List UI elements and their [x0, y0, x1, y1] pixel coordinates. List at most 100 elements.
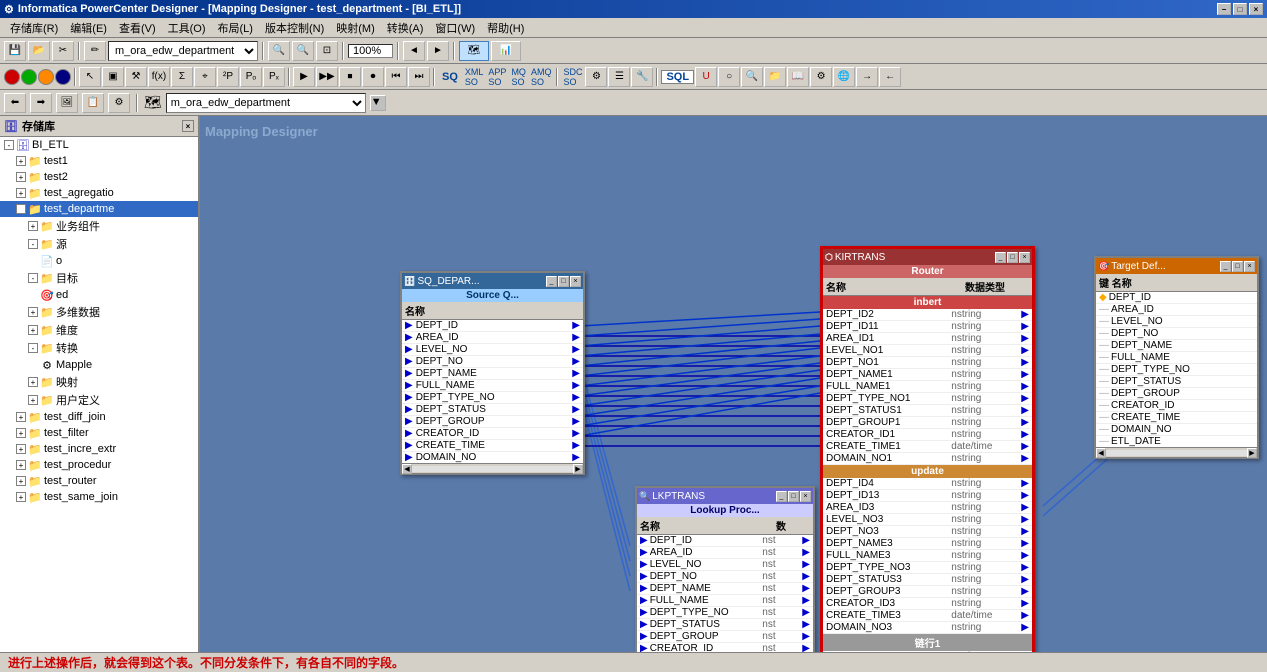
toolbar-r2-7[interactable]: ²P: [217, 67, 239, 87]
toolbar-r2-x1[interactable]: ⚙: [585, 67, 607, 87]
tree-item-target[interactable]: - 📁 目标: [0, 269, 198, 287]
update-group-header[interactable]: update: [823, 465, 1032, 478]
tree-item-test2[interactable]: + 📁 test2: [0, 169, 198, 185]
lookup-max-btn[interactable]: □: [788, 491, 799, 502]
scroll-left-btn[interactable]: ◀: [402, 464, 412, 474]
tree-item-userdef[interactable]: + 📁 用户定义: [0, 391, 198, 409]
canvas-btn-2[interactable]: ➡: [30, 93, 52, 113]
canvas-btn-1[interactable]: ⬅: [4, 93, 26, 113]
menu-tools[interactable]: 工具(O): [162, 18, 212, 38]
expand-dim[interactable]: +: [28, 325, 38, 335]
toolbar-r2-4[interactable]: f(x): [148, 67, 170, 87]
menu-layout[interactable]: 布局(L): [212, 18, 259, 38]
toolbar-r2-x3[interactable]: 🔧: [631, 67, 653, 87]
source-window[interactable]: 🗄 SQ_DEPAR... _ □ × Source Q... 名称 ▶DEPT…: [400, 271, 585, 475]
expand-router[interactable]: +: [16, 476, 26, 486]
menu-window[interactable]: 窗口(W): [429, 18, 481, 38]
cursor-btn[interactable]: ↖: [79, 67, 101, 87]
expand-testdept[interactable]: -: [16, 204, 26, 214]
minimize-button[interactable]: −: [1217, 3, 1231, 15]
tree-item-dim[interactable]: + 📁 维度: [0, 321, 198, 339]
menu-edit[interactable]: 编辑(E): [64, 18, 113, 38]
tree-item-source[interactable]: - 📁 源: [0, 235, 198, 253]
mapping-dropdown[interactable]: m_ora_edw_department: [108, 41, 258, 61]
toolbar-r2-9[interactable]: Pₓ: [263, 67, 285, 87]
expand-testagg[interactable]: +: [16, 188, 26, 198]
toolbar-r2-12[interactable]: ⏹: [339, 67, 361, 87]
toolbar-btn-b[interactable]: ►: [427, 41, 449, 61]
toolbar-r2-circle[interactable]: ○: [718, 67, 740, 87]
toolbar-r2-14[interactable]: ⏮: [385, 67, 407, 87]
app-btn[interactable]: APPSO: [486, 67, 508, 87]
save-button[interactable]: 💾: [4, 41, 26, 61]
router-close-btn[interactable]: ×: [1019, 252, 1030, 263]
tree-item-samejoin[interactable]: + 📁 test_same_join: [0, 489, 198, 505]
tree-item-mapping[interactable]: + 📁 映射: [0, 373, 198, 391]
mapping-name-dropdown[interactable]: m_ora_edw_department: [166, 93, 366, 113]
router-min-btn[interactable]: _: [995, 252, 1006, 263]
toolbar-r2-book[interactable]: 📖: [787, 67, 809, 87]
toolbar-r2-left[interactable]: ←: [879, 67, 901, 87]
target-close-btn[interactable]: ×: [1244, 261, 1255, 272]
tree-item-test1[interactable]: + 📁 test1: [0, 153, 198, 169]
tree-item-router[interactable]: + 📁 test_router: [0, 473, 198, 489]
expand-userdef[interactable]: +: [28, 395, 38, 405]
menu-transform[interactable]: 转换(A): [381, 18, 430, 38]
tree-item-multidim[interactable]: + 📁 多维数据: [0, 303, 198, 321]
sdc-btn[interactable]: SDCSO: [561, 67, 584, 87]
xml-btn[interactable]: XMLSO: [463, 67, 486, 87]
select-btn[interactable]: ▣: [102, 67, 124, 87]
tree-item-filter[interactable]: + 📁 test_filter: [0, 425, 198, 441]
toolbar-r2-gear2[interactable]: ⚙: [810, 67, 832, 87]
tree-item-testagg[interactable]: + 📁 test_agregatio: [0, 185, 198, 201]
lookup-window[interactable]: 🔍 LKPTRANS _ □ × Lookup Proc... 名称 数 ▶DE…: [635, 486, 815, 652]
toolbar-r2-3[interactable]: ⚒: [125, 67, 147, 87]
expand-bizcomp[interactable]: +: [28, 221, 38, 231]
expand-icon[interactable]: ▼: [370, 95, 386, 111]
sq-btn[interactable]: SQ: [438, 71, 462, 83]
expand-mapping[interactable]: +: [28, 377, 38, 387]
tree-item-source-o[interactable]: 📄 o: [0, 253, 198, 269]
tree-item-incre[interactable]: + 📁 test_incre_extr: [0, 441, 198, 457]
maximize-button[interactable]: □: [1233, 3, 1247, 15]
source-max-btn[interactable]: □: [558, 276, 569, 287]
tree-item-procedure[interactable]: + 📁 test_procedur: [0, 457, 198, 473]
tree-item-mapple[interactable]: ⚙ Mapple: [0, 357, 198, 373]
toolbar-r2-world[interactable]: 🌐: [833, 67, 855, 87]
toolbar-r2-15[interactable]: ⏭: [408, 67, 430, 87]
target-window[interactable]: 🎯 Target Def... _ □ × 键 名称 ◆DEPT_ID —ARE…: [1094, 256, 1259, 459]
tree-item-target-ed[interactable]: 🎯 ed: [0, 287, 198, 303]
expand-test2[interactable]: +: [16, 172, 26, 182]
toolbar-btn-2[interactable]: 📂: [28, 41, 50, 61]
toolbar-r2-10[interactable]: ▶: [293, 67, 315, 87]
toolbar-btn-3[interactable]: ✂: [52, 41, 74, 61]
expand-samejoin[interactable]: +: [16, 492, 26, 502]
zoom-in-button[interactable]: 🔍: [292, 41, 314, 61]
target-scroll-right[interactable]: ▶: [1247, 448, 1257, 458]
source-min-btn[interactable]: _: [546, 276, 557, 287]
toolbar-r2-x2[interactable]: ☰: [608, 67, 630, 87]
scroll-right-btn[interactable]: ▶: [573, 464, 583, 474]
target-hscroll[interactable]: ◀ ▶: [1096, 447, 1257, 457]
expand-procedure[interactable]: +: [16, 460, 26, 470]
source-hscroll[interactable]: ◀ ▶: [402, 463, 583, 473]
lookup-close-btn[interactable]: ×: [800, 491, 811, 502]
canvas-btn-4[interactable]: 📋: [82, 93, 104, 113]
panel-close-btn[interactable]: ×: [182, 120, 194, 132]
expand-diffjoin[interactable]: +: [16, 412, 26, 422]
expand-transform[interactable]: -: [28, 343, 38, 353]
target-scroll-left[interactable]: ◀: [1096, 448, 1106, 458]
menu-help[interactable]: 帮助(H): [481, 18, 530, 38]
canvas-btn-5[interactable]: ⚙: [108, 93, 130, 113]
green-circle-btn[interactable]: [21, 69, 37, 85]
tree-item-transform[interactable]: - 📁 转换: [0, 339, 198, 357]
menu-view[interactable]: 查看(V): [113, 18, 162, 38]
amq-btn[interactable]: AMQSO: [529, 67, 554, 87]
target-max-btn[interactable]: □: [1232, 261, 1243, 272]
canvas-btn-3[interactable]: 🖼: [56, 93, 78, 113]
expand-source[interactable]: -: [28, 239, 38, 249]
toolbar-r2-search[interactable]: 🔍: [741, 67, 763, 87]
expand-incre[interactable]: +: [16, 444, 26, 454]
expand-bietl[interactable]: -: [4, 140, 14, 150]
insert-group-header[interactable]: inbert: [823, 296, 1032, 309]
